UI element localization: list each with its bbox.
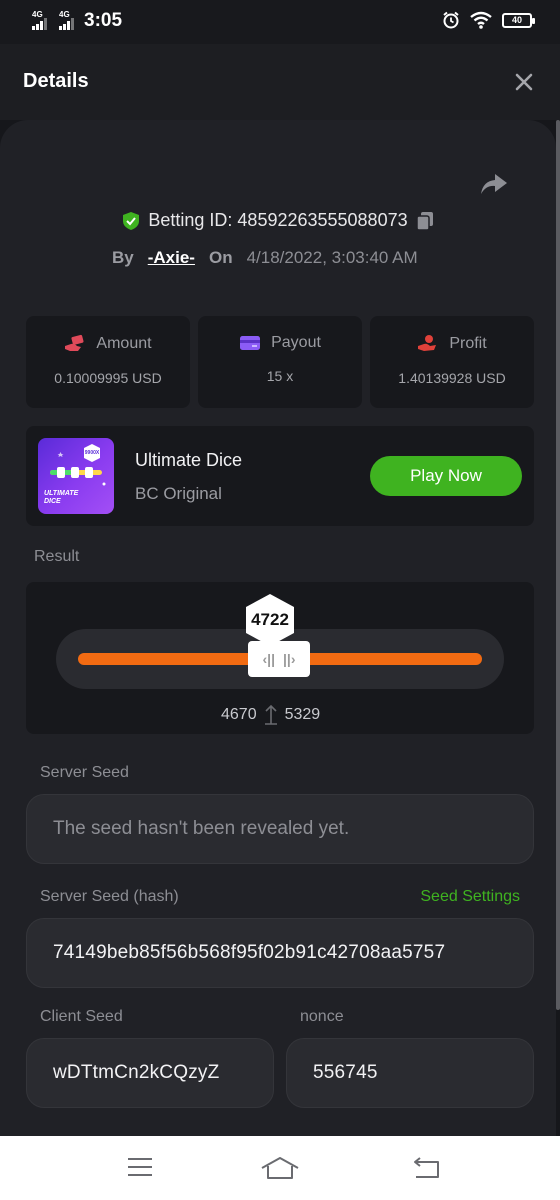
card-icon — [240, 336, 261, 350]
range-high: 5329 — [284, 706, 321, 723]
game-card: 9900X ULTIMATE DICE Ultimate Dice BC Ori… — [26, 426, 534, 526]
stats-row: Amount 0.10009995 USD Payout 15 x Profit… — [26, 316, 534, 408]
nonce-label: nonce — [300, 1008, 344, 1025]
signal-icon: 4G — [32, 10, 47, 30]
stat-profit: Profit 1.40139928 USD — [370, 316, 534, 408]
screen: 4G 4G 3:05 40 Details Betting ID: 485922… — [0, 0, 560, 1200]
betting-id: Betting ID: 48592263555088073 — [148, 210, 408, 230]
bet-author-row: By -Axie- On 4/18/2022, 3:03:40 AM — [112, 248, 418, 268]
profit-hand-icon — [418, 335, 437, 351]
details-sheet: Betting ID: 48592263555088073 By -Axie- … — [0, 120, 556, 1136]
system-nav-bar — [0, 1136, 560, 1200]
slider-handle[interactable]: ‹|| ||› — [248, 641, 310, 677]
home-icon[interactable] — [260, 1156, 300, 1180]
stat-value: 0.10009995 USD — [54, 370, 162, 386]
status-bar: 4G 4G 3:05 40 — [0, 0, 560, 44]
stat-label: Payout — [271, 334, 321, 351]
stat-value: 15 x — [266, 368, 294, 384]
result-range: 4670 5329 — [221, 704, 320, 726]
seed-settings-link[interactable]: Seed Settings — [420, 888, 520, 906]
client-seed-label: Client Seed — [40, 1008, 123, 1025]
battery-level: 40 — [511, 15, 522, 25]
signal-icon: 4G — [59, 10, 74, 30]
handle-left-grip-icon: ‹|| — [262, 651, 276, 667]
copy-icon[interactable] — [415, 211, 434, 231]
result-label: Result — [34, 548, 80, 565]
nonce-value: 556745 — [313, 1062, 378, 1083]
server-seed-hash-value: 74149beb85f56b568f95f02b91c42708aa5757 — [53, 942, 446, 963]
status-left: 4G 4G 3:05 — [32, 10, 122, 32]
back-icon[interactable] — [412, 1156, 442, 1180]
server-seed-placeholder: The seed hasn't been revealed yet. — [53, 818, 350, 839]
range-low: 4670 — [221, 706, 257, 723]
thumb-badge: 9900X — [84, 450, 100, 456]
clock: 3:05 — [84, 10, 123, 31]
game-thumbnail[interactable]: 9900X ULTIMATE DICE — [38, 438, 114, 514]
stat-label: Amount — [96, 335, 152, 352]
stat-payout: Payout 15 x — [198, 316, 362, 408]
shield-check-icon — [123, 211, 140, 230]
client-seed-field[interactable]: wDTtmCn2kCQzyZ — [26, 1038, 274, 1108]
betting-id-row: Betting ID: 48592263555088073 — [0, 210, 556, 231]
play-now-button[interactable]: Play Now — [370, 456, 522, 496]
client-seed-value: wDTtmCn2kCQzyZ — [53, 1062, 220, 1083]
page-title: Details — [23, 70, 89, 92]
arrow-up-icon — [264, 704, 277, 725]
network-type: 4G — [59, 10, 70, 19]
result-value: 4722 — [251, 610, 289, 629]
stat-label: Profit — [449, 335, 487, 352]
by-label: By — [112, 248, 134, 267]
server-seed-field[interactable]: The seed hasn't been revealed yet. — [26, 794, 534, 864]
server-seed-hash-label: Server Seed (hash) — [40, 888, 179, 905]
nonce-field[interactable]: 556745 — [286, 1038, 534, 1108]
stat-value: 1.40139928 USD — [398, 370, 506, 386]
user-link[interactable]: -Axie- — [148, 248, 195, 268]
status-right: 40 — [442, 11, 535, 29]
share-icon[interactable] — [480, 172, 508, 196]
game-subtitle: BC Original — [135, 484, 222, 503]
close-icon[interactable] — [514, 72, 534, 92]
battery-icon: 40 — [502, 12, 535, 28]
handle-right-grip-icon: ||› — [283, 651, 296, 667]
wifi-icon — [470, 11, 492, 29]
scrollbar[interactable] — [556, 120, 560, 1010]
server-seed-label: Server Seed — [40, 764, 129, 781]
stat-amount: Amount 0.10009995 USD — [26, 316, 190, 408]
money-hand-icon — [65, 334, 84, 351]
game-name: Ultimate Dice — [135, 450, 243, 470]
menu-icon[interactable] — [126, 1156, 154, 1178]
header: Details — [0, 44, 560, 120]
server-seed-hash-field[interactable]: 74149beb85f56b568f95f02b91c42708aa5757 — [26, 918, 534, 988]
bet-date: 4/18/2022, 3:03:40 AM — [246, 248, 418, 267]
alarm-icon — [443, 11, 459, 29]
thumb-title: ULTIMATE DICE — [44, 490, 79, 505]
network-type: 4G — [32, 10, 43, 19]
on-label: On — [208, 248, 233, 267]
result-panel: ‹|| ||› 4722 4670 5329 — [26, 582, 534, 734]
